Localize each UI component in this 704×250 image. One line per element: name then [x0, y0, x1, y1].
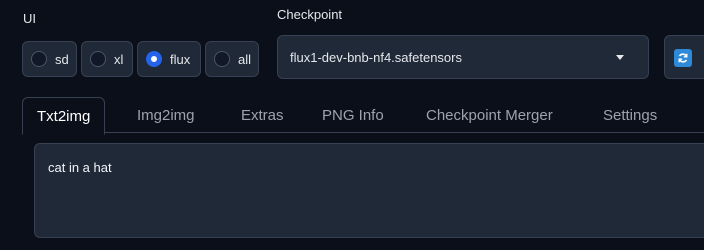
radio-option-flux[interactable]: flux [137, 41, 201, 77]
tab-settings[interactable]: Settings [603, 97, 657, 133]
radio-option-xl[interactable]: xl [81, 41, 133, 77]
tab-checkpoint-merger[interactable]: Checkpoint Merger [426, 97, 553, 133]
ui-filter-radio-group: sd xl flux all [22, 41, 259, 77]
radio-option-label: xl [114, 51, 124, 67]
ui-filter-label: UI [23, 11, 36, 26]
tab-png-info[interactable]: PNG Info [322, 97, 384, 133]
checkpoint-selected-value: flux1-dev-bnb-nf4.safetensors [290, 49, 462, 65]
radio-option-sd[interactable]: sd [22, 41, 77, 77]
chevron-down-icon [616, 54, 624, 60]
checkpoint-label: Checkpoint [277, 7, 343, 22]
radio-option-label: flux [170, 51, 191, 67]
refresh-checkpoints-button[interactable] [664, 35, 704, 79]
radio-circle-icon[interactable] [90, 51, 106, 67]
app-root: UI sd xl flux all Checkpoint flux1-dev-b… [0, 0, 704, 250]
tab-txt2img[interactable]: Txt2img [22, 97, 106, 135]
main-tabs: Txt2img Img2img Extras PNG Info Checkpoi… [22, 97, 704, 135]
radio-circle-icon[interactable] [214, 51, 230, 67]
radio-option-label: all [238, 51, 252, 67]
checkpoint-dropdown[interactable]: flux1-dev-bnb-nf4.safetensors [277, 35, 649, 79]
refresh-icon[interactable] [674, 49, 692, 67]
tab-extras[interactable]: Extras [241, 97, 284, 133]
radio-selected-icon[interactable] [146, 51, 162, 67]
radio-circle-icon[interactable] [31, 51, 47, 67]
prompt-textarea[interactable]: cat in a hat [34, 143, 704, 238]
radio-option-all[interactable]: all [205, 41, 259, 77]
tab-img2img[interactable]: Img2img [137, 97, 195, 133]
radio-option-label: sd [55, 51, 69, 67]
